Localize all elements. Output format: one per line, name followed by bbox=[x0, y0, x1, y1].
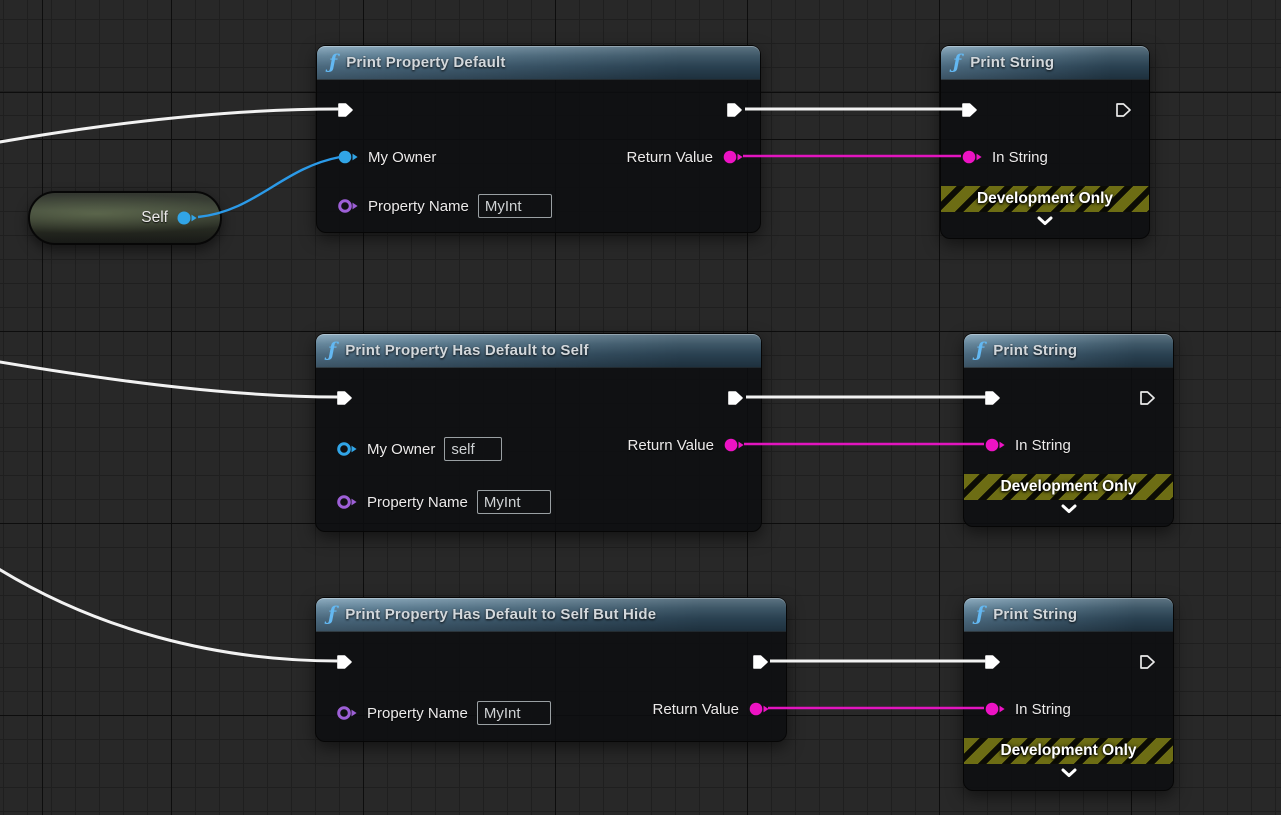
node-header[interactable]: ƒ Print String bbox=[964, 334, 1173, 368]
property-name-label: Property Name bbox=[367, 494, 468, 511]
wire-exec-into-node1[interactable] bbox=[0, 109, 339, 143]
node-title: Print String bbox=[993, 606, 1077, 623]
exec-output-pin[interactable] bbox=[752, 650, 770, 674]
my-owner-pin[interactable] bbox=[337, 148, 359, 166]
in-string-pin[interactable] bbox=[984, 700, 1006, 718]
node-print-property-has-default-to-self[interactable]: ƒ Print Property Has Default to Self My … bbox=[315, 333, 762, 532]
exec-input-pin[interactable] bbox=[984, 386, 1002, 410]
node-header[interactable]: ƒ Print Property Has Default to Self But… bbox=[316, 598, 786, 632]
exec-output-pin[interactable] bbox=[1115, 98, 1133, 122]
return-value-pin[interactable] bbox=[748, 700, 770, 718]
exec-input-pin[interactable] bbox=[961, 98, 979, 122]
in-string-label: In String bbox=[992, 149, 1048, 166]
blueprint-canvas[interactable]: Self ƒ Print Property Default bbox=[0, 0, 1281, 815]
exec-input-pin[interactable] bbox=[336, 650, 354, 674]
my-owner-label: My Owner bbox=[368, 149, 436, 166]
expand-chevron-icon[interactable] bbox=[964, 768, 1173, 778]
wire-exec-into-node2[interactable] bbox=[0, 361, 338, 397]
self-output-pin[interactable] bbox=[176, 209, 198, 227]
exec-output-pin[interactable] bbox=[1139, 650, 1157, 674]
node-print-string-2[interactable]: ƒ Print String In String Development Onl… bbox=[963, 333, 1174, 527]
property-name-pin[interactable] bbox=[336, 704, 358, 722]
property-name-pin[interactable] bbox=[336, 493, 358, 511]
node-header[interactable]: ƒ Print String bbox=[941, 46, 1149, 80]
function-icon: ƒ bbox=[329, 53, 337, 72]
node-header[interactable]: ƒ Print String bbox=[964, 598, 1173, 632]
node-print-string-1[interactable]: ƒ Print String In String Development Onl… bbox=[940, 45, 1150, 239]
self-node-label: Self bbox=[141, 209, 168, 227]
node-title: Print String bbox=[970, 54, 1054, 71]
node-self-variable[interactable]: Self bbox=[28, 191, 222, 245]
development-only-banner: Development Only bbox=[964, 474, 1173, 500]
return-value-pin[interactable] bbox=[722, 148, 744, 166]
property-name-input[interactable] bbox=[478, 194, 552, 218]
development-only-banner: Development Only bbox=[941, 186, 1149, 212]
development-only-banner: Development Only bbox=[964, 738, 1173, 764]
node-print-string-3[interactable]: ƒ Print String In String Development Onl… bbox=[963, 597, 1174, 791]
in-string-pin[interactable] bbox=[984, 436, 1006, 454]
exec-output-pin[interactable] bbox=[726, 98, 744, 122]
property-name-input[interactable] bbox=[477, 490, 551, 514]
wire-exec-into-node3[interactable] bbox=[0, 566, 338, 661]
in-string-label: In String bbox=[1015, 701, 1071, 718]
node-print-property-has-default-to-self-but-hide[interactable]: ƒ Print Property Has Default to Self But… bbox=[315, 597, 787, 742]
property-name-label: Property Name bbox=[368, 198, 469, 215]
return-value-pin[interactable] bbox=[723, 436, 745, 454]
function-icon: ƒ bbox=[953, 53, 961, 72]
return-value-label: Return Value bbox=[653, 701, 739, 718]
my-owner-pin[interactable] bbox=[336, 440, 358, 458]
property-name-input[interactable] bbox=[477, 701, 551, 725]
exec-input-pin[interactable] bbox=[336, 386, 354, 410]
node-title: Print Property Default bbox=[346, 54, 505, 71]
property-name-label: Property Name bbox=[367, 705, 468, 722]
function-icon: ƒ bbox=[976, 605, 984, 624]
expand-chevron-icon[interactable] bbox=[941, 216, 1149, 226]
property-name-pin[interactable] bbox=[337, 197, 359, 215]
node-title: Print Property Has Default to Self But H… bbox=[345, 606, 656, 623]
node-title: Print Property Has Default to Self bbox=[345, 342, 589, 359]
in-string-pin[interactable] bbox=[961, 148, 983, 166]
my-owner-label: My Owner bbox=[367, 441, 435, 458]
return-value-label: Return Value bbox=[628, 437, 714, 454]
exec-input-pin[interactable] bbox=[337, 98, 355, 122]
function-icon: ƒ bbox=[976, 341, 984, 360]
exec-output-pin[interactable] bbox=[727, 386, 745, 410]
expand-chevron-icon[interactable] bbox=[964, 504, 1173, 514]
return-value-label: Return Value bbox=[627, 149, 713, 166]
node-title: Print String bbox=[993, 342, 1077, 359]
node-header[interactable]: ƒ Print Property Has Default to Self bbox=[316, 334, 761, 368]
node-header[interactable]: ƒ Print Property Default bbox=[317, 46, 760, 80]
function-icon: ƒ bbox=[328, 605, 336, 624]
exec-output-pin[interactable] bbox=[1139, 386, 1157, 410]
in-string-label: In String bbox=[1015, 437, 1071, 454]
function-icon: ƒ bbox=[328, 341, 336, 360]
node-print-property-default[interactable]: ƒ Print Property Default My Owner Return… bbox=[316, 45, 761, 233]
exec-input-pin[interactable] bbox=[984, 650, 1002, 674]
my-owner-input[interactable] bbox=[444, 437, 502, 461]
